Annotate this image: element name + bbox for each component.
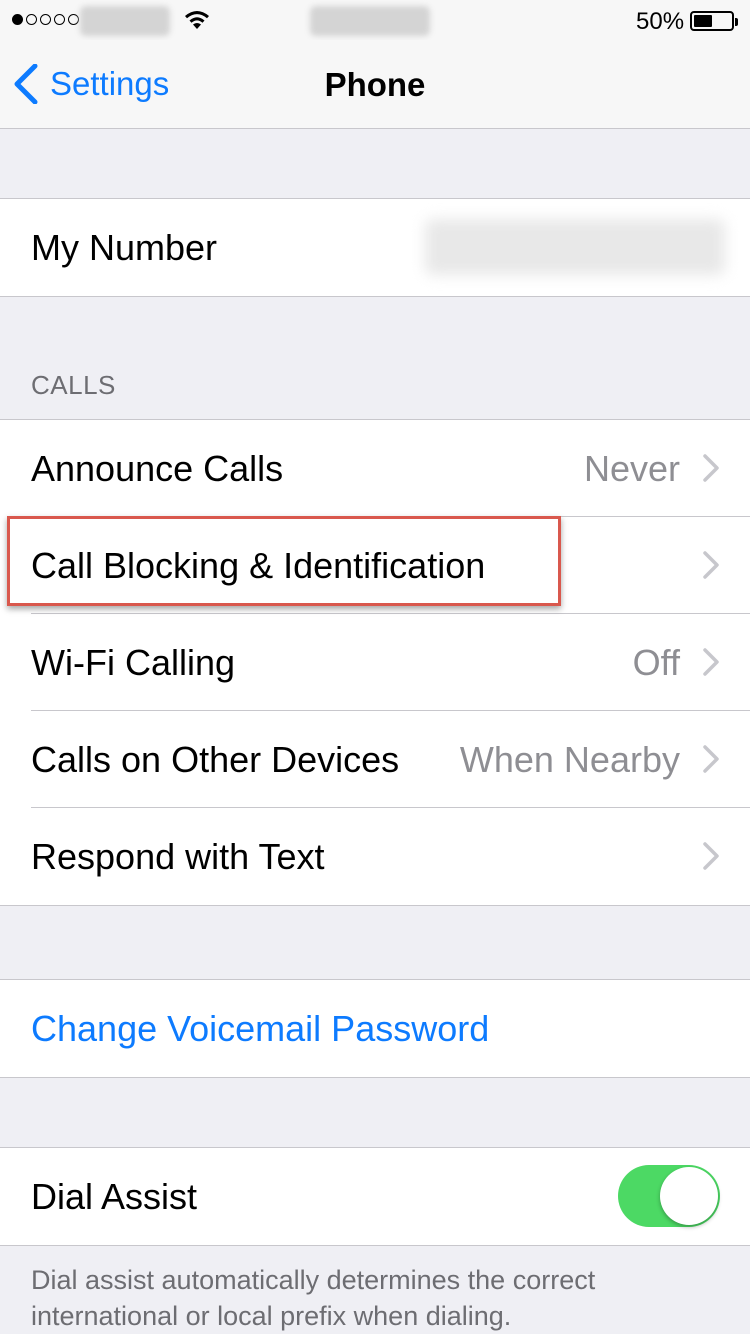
row-value: Never: [583, 448, 680, 489]
battery-level: [694, 15, 712, 27]
battery-icon: [690, 11, 738, 31]
phone-number-redacted: [425, 219, 725, 275]
dial-assist-description: Dial assist automatically determines the…: [31, 1265, 596, 1331]
my-number-label: My Number: [31, 227, 218, 268]
dial-assist-group: Dial Assist: [0, 1147, 750, 1246]
signal-dot: [40, 14, 51, 25]
row-label: Calls on Other Devices: [31, 739, 400, 780]
carrier-name-redacted: [80, 6, 170, 36]
calls-on-other-devices-row[interactable]: Calls on Other Devices When Nearby: [0, 711, 750, 808]
cellular-signal-icon: [12, 14, 79, 25]
signal-dot: [12, 14, 23, 25]
signal-dot: [68, 14, 79, 25]
navigation-bar: Settings Phone: [0, 40, 750, 129]
page-title: Phone: [324, 66, 426, 103]
row-label: Call Blocking & Identification: [31, 545, 486, 586]
wifi-calling-row[interactable]: Wi-Fi Calling Off: [0, 614, 750, 711]
calls-group: Announce Calls Never Call Blocking & Ide…: [0, 419, 750, 906]
chevron-right-icon: [703, 648, 719, 676]
respond-with-text-row[interactable]: Respond with Text: [0, 808, 750, 905]
row-value: Off: [632, 642, 680, 683]
my-number-row[interactable]: My Number: [0, 199, 750, 296]
dial-assist-toggle[interactable]: [618, 1165, 720, 1227]
my-number-group: My Number: [0, 198, 750, 297]
chevron-right-icon: [703, 551, 719, 579]
chevron-right-icon: [703, 745, 719, 773]
row-label: Wi-Fi Calling: [31, 642, 236, 683]
clock-redacted: [310, 6, 430, 36]
row-label: Respond with Text: [31, 836, 325, 877]
signal-dot: [54, 14, 65, 25]
voicemail-group: Change Voicemail Password: [0, 979, 750, 1078]
announce-calls-row[interactable]: Announce Calls Never: [0, 420, 750, 517]
signal-dot: [26, 14, 37, 25]
battery-percentage: 50%: [636, 8, 685, 35]
toggle-knob: [660, 1167, 718, 1225]
wifi-icon: [185, 11, 209, 29]
battery-tip: [735, 18, 738, 26]
chevron-right-icon: [703, 454, 719, 482]
chevron-right-icon: [703, 842, 719, 870]
change-voicemail-password-link[interactable]: Change Voicemail Password: [31, 980, 489, 1077]
dial-assist-row: Dial Assist: [0, 1148, 750, 1245]
dial-assist-label: Dial Assist: [31, 1176, 198, 1217]
calls-section-header: CALLS: [31, 370, 116, 400]
row-value: When Nearby: [459, 739, 680, 780]
call-blocking-row[interactable]: Call Blocking & Identification: [0, 517, 750, 614]
change-voicemail-password-row[interactable]: Change Voicemail Password: [0, 980, 750, 1077]
status-bar: 50%: [0, 0, 750, 40]
row-label: Announce Calls: [31, 448, 284, 489]
